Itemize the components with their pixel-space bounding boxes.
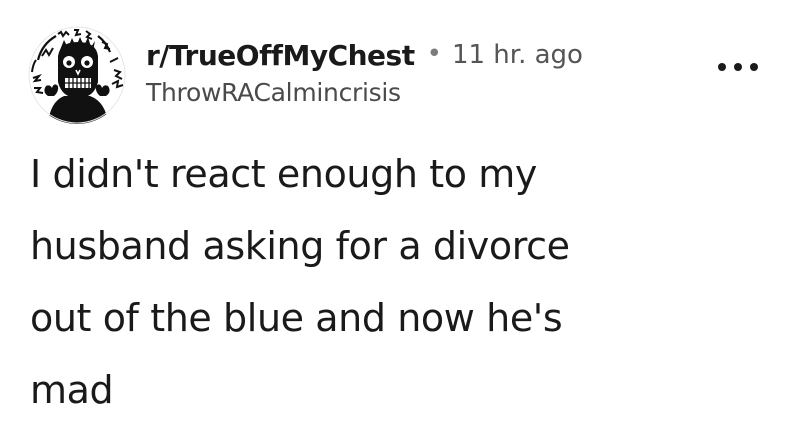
more-options-button[interactable] [718,55,758,79]
subreddit-link[interactable]: r/TrueOffMyChest [146,39,415,72]
post-title[interactable]: I didn't react enough to my husband aski… [30,138,760,426]
post-card: r/TrueOffMyChest • 11 hr. ago ThrowRACal… [0,0,800,419]
post-timestamp: 11 hr. ago [451,40,583,70]
more-options-icon [718,63,726,71]
post-header: r/TrueOffMyChest • 11 hr. ago ThrowRACal… [28,26,772,126]
post-title-line: out of the blue and now he's [30,296,563,340]
subreddit-monster-logo-icon [28,26,126,124]
subreddit-avatar[interactable] [28,26,126,124]
post-title-line: husband asking for a divorce [30,224,570,268]
post-meta-row: r/TrueOffMyChest • 11 hr. ago [146,34,583,76]
post-title-line: I didn't react enough to my [30,152,537,196]
more-options-dot [734,63,742,71]
meta-separator: • [426,39,442,69]
post-title-line: mad [30,368,114,412]
post-meta: r/TrueOffMyChest • 11 hr. ago ThrowRACal… [146,34,583,108]
author-username[interactable]: ThrowRACalmincrisis [146,78,583,107]
more-options-dot [750,63,758,71]
